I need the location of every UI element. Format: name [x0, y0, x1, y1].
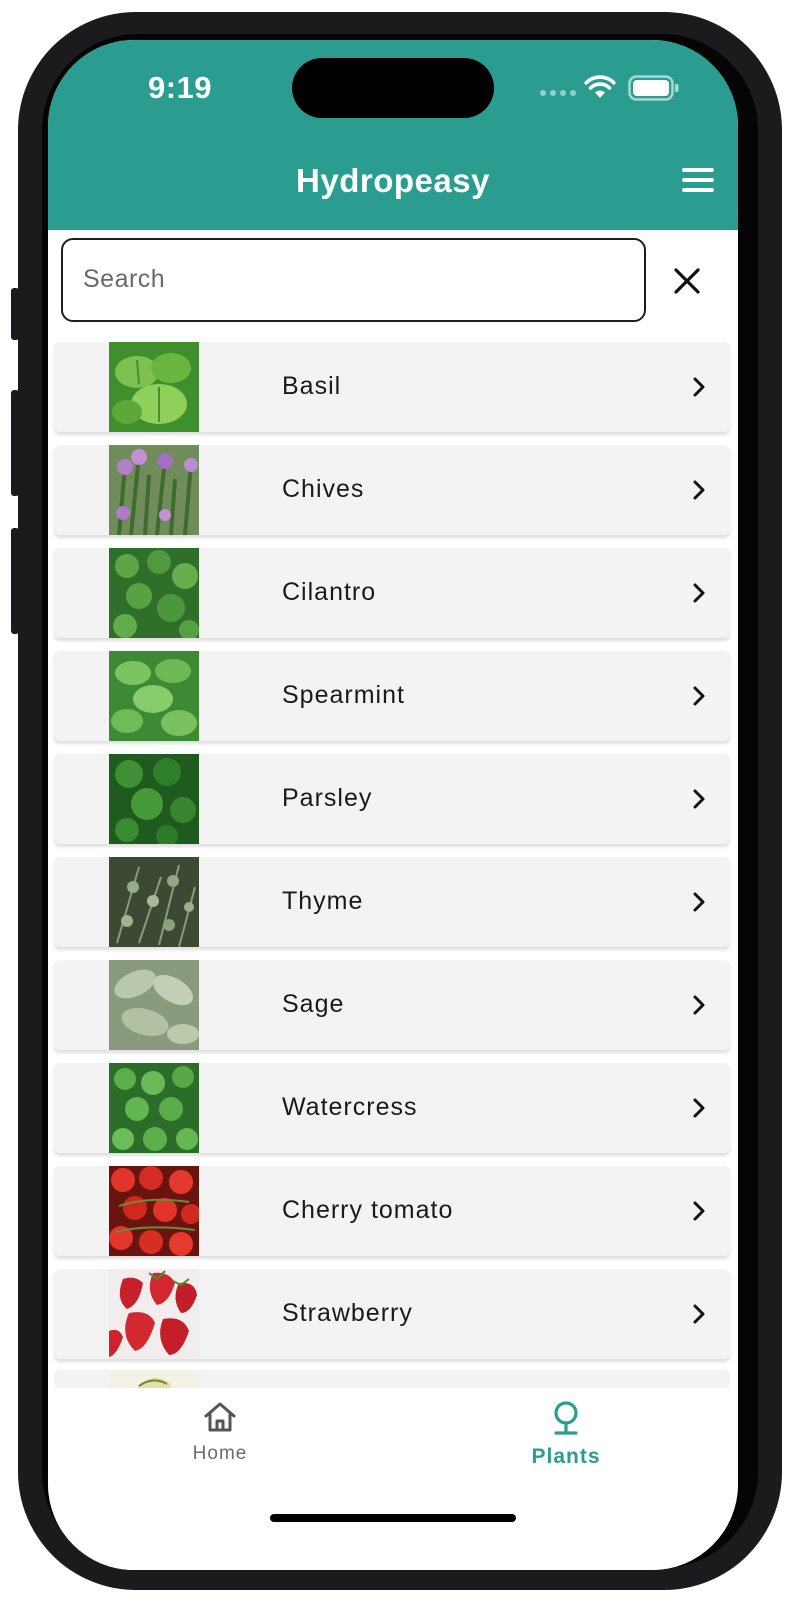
cellular-signal-icon [540, 90, 576, 96]
tab-plants-label: Plants [531, 1445, 601, 1468]
chevron-right-icon [693, 1201, 705, 1221]
list-item-basil[interactable]: Basil [54, 342, 730, 432]
plant-name: Watercress [282, 1093, 418, 1121]
thyme-thumbnail [109, 857, 199, 947]
chevron-right-icon [693, 583, 705, 603]
cherry-tomato-thumbnail [109, 1166, 199, 1256]
tab-home[interactable]: Home [150, 1400, 290, 1465]
chevron-right-icon [693, 1304, 705, 1324]
chevron-right-icon [693, 789, 705, 809]
list-item-chives[interactable]: Chives [54, 445, 730, 535]
chevron-right-icon [693, 377, 705, 397]
home-icon [204, 1402, 236, 1432]
volume-down-button [11, 528, 19, 634]
list-item-watercress[interactable]: Watercress [54, 1063, 730, 1153]
chives-thumbnail [109, 445, 199, 535]
wifi-icon [584, 75, 616, 98]
plant-name: Cherry tomato [282, 1196, 454, 1224]
strawberry-thumbnail [109, 1269, 199, 1359]
chevron-right-icon [693, 686, 705, 706]
mute-switch [11, 288, 19, 340]
bottom-tab-bar: Home Plants [48, 1388, 738, 1570]
close-icon[interactable] [672, 266, 702, 296]
app-title: Hydropeasy [296, 162, 490, 199]
chevron-right-icon [693, 892, 705, 912]
list-item-strawberry[interactable]: Strawberry [54, 1269, 730, 1359]
app-screen: 9:19 Hydropeasy Search Basil Chives Cila… [48, 40, 738, 1570]
plant-name: Basil [282, 372, 342, 400]
list-item-partial[interactable] [54, 1370, 730, 1388]
tab-home-label: Home [192, 1443, 248, 1464]
partial-thumbnail [109, 1370, 199, 1388]
plant-name: Sage [282, 990, 345, 1018]
spearmint-thumbnail [109, 651, 199, 741]
plant-name: Cilantro [282, 578, 377, 606]
chevron-right-icon [693, 1098, 705, 1118]
plant-icon [554, 1401, 578, 1435]
home-indicator[interactable] [270, 1514, 516, 1522]
chevron-right-icon [693, 480, 705, 500]
plant-name: Parsley [282, 784, 373, 812]
app-header: 9:19 Hydropeasy [48, 40, 738, 230]
chevron-right-icon [693, 995, 705, 1015]
search-field[interactable] [61, 238, 646, 322]
volume-up-button [11, 390, 19, 496]
watercress-thumbnail [109, 1063, 199, 1153]
plant-name: Chives [282, 475, 365, 503]
list-item-sage[interactable]: Sage [54, 960, 730, 1050]
list-item-spearmint[interactable]: Spearmint [54, 651, 730, 741]
list-item-thyme[interactable]: Thyme [54, 857, 730, 947]
plant-name: Spearmint [282, 681, 405, 709]
basil-thumbnail [109, 342, 199, 432]
dynamic-island [292, 58, 494, 118]
search-input[interactable] [81, 264, 625, 295]
power-button [764, 462, 772, 634]
cilantro-thumbnail [109, 548, 199, 638]
parsley-thumbnail [109, 754, 199, 844]
list-item-cilantro[interactable]: Cilantro [54, 548, 730, 638]
plant-name: Strawberry [282, 1299, 413, 1327]
status-time: 9:19 [148, 70, 213, 105]
hamburger-menu-icon[interactable] [682, 166, 716, 194]
list-item-parsley[interactable]: Parsley [54, 754, 730, 844]
battery-icon [628, 75, 679, 101]
tab-plants[interactable]: Plants [496, 1400, 636, 1469]
plant-name: Thyme [282, 887, 364, 915]
sage-thumbnail [109, 960, 199, 1050]
list-item-cherry-tomato[interactable]: Cherry tomato [54, 1166, 730, 1256]
